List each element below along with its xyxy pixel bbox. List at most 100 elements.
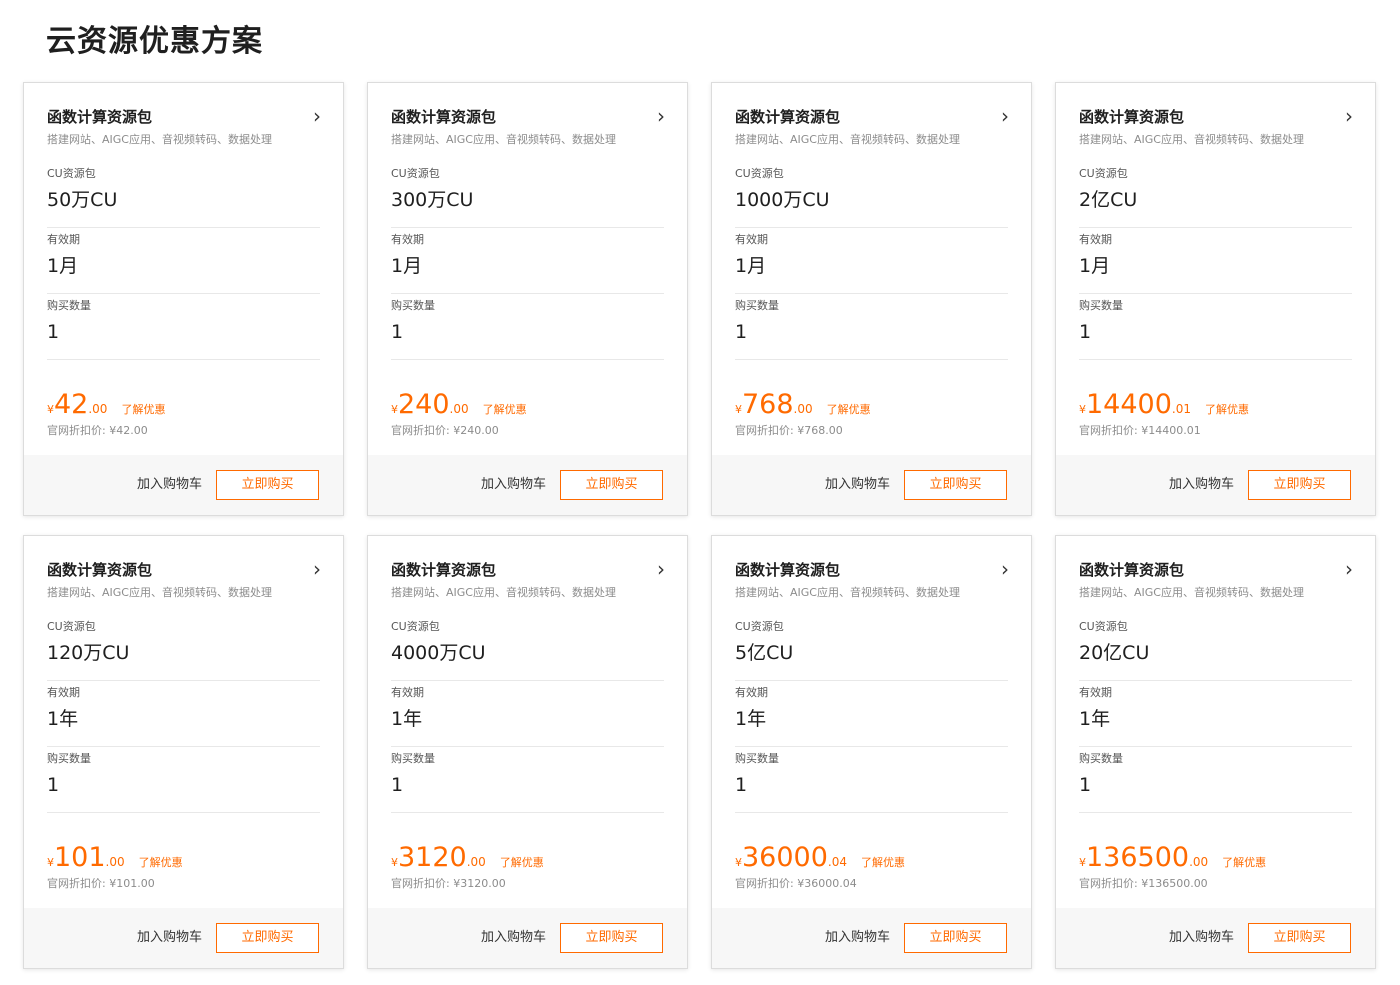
chevron-right-icon[interactable]: › [1001, 559, 1009, 579]
buy-now-button[interactable]: 立即购买 [904, 923, 1007, 953]
period-value[interactable]: 1年 [1079, 706, 1352, 732]
quantity-value[interactable]: 1 [391, 772, 664, 798]
offer-card: 函数计算资源包 › 搭建网站、AIGC应用、音视频转码、数据处理 CU资源包 1… [711, 82, 1032, 516]
buy-now-button[interactable]: 立即购买 [560, 923, 663, 953]
spec-value[interactable]: 50万CU [47, 187, 320, 213]
add-to-cart-button[interactable]: 加入购物车 [1169, 470, 1234, 500]
quantity-field: 购买数量 1 [735, 752, 1008, 813]
period-value[interactable]: 1年 [391, 706, 664, 732]
card-title[interactable]: 函数计算资源包 [47, 107, 323, 127]
spec-label: CU资源包 [735, 620, 784, 633]
quantity-field: 购买数量 1 [391, 299, 664, 360]
period-value[interactable]: 1月 [735, 253, 1008, 279]
price-integer: 3120 [398, 842, 467, 873]
price-decimal: .00 [793, 402, 813, 416]
quantity-field: 购买数量 1 [1079, 752, 1352, 813]
discount-info-link[interactable]: 了解优惠 [861, 856, 905, 869]
chevron-right-icon[interactable]: › [657, 559, 665, 579]
period-field: 有效期 1年 [47, 686, 320, 747]
quantity-value[interactable]: 1 [47, 772, 320, 798]
quantity-value[interactable]: 1 [1079, 319, 1352, 345]
price-integer: 101 [54, 842, 106, 873]
add-to-cart-button[interactable]: 加入购物车 [137, 923, 202, 953]
card-footer: 加入购物车 立即购买 [368, 455, 687, 515]
spec-label: CU资源包 [735, 167, 784, 180]
chevron-right-icon[interactable]: › [1345, 106, 1353, 126]
add-to-cart-button[interactable]: 加入购物车 [137, 470, 202, 500]
card-title[interactable]: 函数计算资源包 [47, 560, 323, 580]
add-to-cart-button[interactable]: 加入购物车 [481, 470, 546, 500]
chevron-right-icon[interactable]: › [657, 106, 665, 126]
buy-now-button[interactable]: 立即购买 [904, 470, 1007, 500]
card-header: 函数计算资源包 › 搭建网站、AIGC应用、音视频转码、数据处理 [391, 106, 667, 148]
spec-field: CU资源包 1000万CU [735, 167, 1008, 228]
spec-value[interactable]: 300万CU [391, 187, 664, 213]
card-title[interactable]: 函数计算资源包 [735, 107, 1011, 127]
discount-info-link[interactable]: 了解优惠 [139, 856, 183, 869]
quantity-value[interactable]: 1 [735, 772, 1008, 798]
spec-value[interactable]: 2亿CU [1079, 187, 1352, 213]
card-title[interactable]: 函数计算资源包 [391, 560, 667, 580]
currency-symbol: ¥ [735, 403, 742, 416]
quantity-value[interactable]: 1 [391, 319, 664, 345]
spec-value[interactable]: 120万CU [47, 640, 320, 666]
discount-info-link[interactable]: 了解优惠 [121, 403, 165, 416]
period-value[interactable]: 1月 [1079, 253, 1352, 279]
card-title[interactable]: 函数计算资源包 [1079, 107, 1355, 127]
spec-value[interactable]: 1000万CU [735, 187, 1008, 213]
card-description: 搭建网站、AIGC应用、音视频转码、数据处理 [1079, 133, 1304, 146]
period-value[interactable]: 1月 [47, 253, 320, 279]
chevron-right-icon[interactable]: › [1345, 559, 1353, 579]
card-description: 搭建网站、AIGC应用、音视频转码、数据处理 [391, 586, 616, 599]
discount-info-link[interactable]: 了解优惠 [1222, 856, 1266, 869]
quantity-field: 购买数量 1 [47, 299, 320, 360]
buy-now-button[interactable]: 立即购买 [1248, 470, 1351, 500]
chevron-right-icon[interactable]: › [1001, 106, 1009, 126]
period-field: 有效期 1月 [47, 233, 320, 294]
discount-info-link[interactable]: 了解优惠 [500, 856, 544, 869]
discount-info-link[interactable]: 了解优惠 [483, 403, 527, 416]
card-title[interactable]: 函数计算资源包 [1079, 560, 1355, 580]
discount-info-link[interactable]: 了解优惠 [1205, 403, 1249, 416]
card-footer: 加入购物车 立即购买 [712, 455, 1031, 515]
card-title[interactable]: 函数计算资源包 [735, 560, 1011, 580]
add-to-cart-button[interactable]: 加入购物车 [825, 470, 890, 500]
add-to-cart-button[interactable]: 加入购物车 [481, 923, 546, 953]
card-header: 函数计算资源包 › 搭建网站、AIGC应用、音视频转码、数据处理 [1079, 106, 1355, 148]
discount-info-link[interactable]: 了解优惠 [827, 403, 871, 416]
card-description: 搭建网站、AIGC应用、音视频转码、数据处理 [735, 586, 960, 599]
spec-value[interactable]: 4000万CU [391, 640, 664, 666]
quantity-value[interactable]: 1 [735, 319, 1008, 345]
spec-value[interactable]: 20亿CU [1079, 640, 1352, 666]
period-value[interactable]: 1月 [391, 253, 664, 279]
price-integer: 136500 [1086, 842, 1190, 873]
buy-now-button[interactable]: 立即购买 [216, 470, 319, 500]
buy-now-button[interactable]: 立即购买 [216, 923, 319, 953]
card-title[interactable]: 函数计算资源包 [391, 107, 667, 127]
spec-label: CU资源包 [391, 167, 440, 180]
price-integer: 36000 [742, 842, 828, 873]
period-value[interactable]: 1年 [735, 706, 1008, 732]
period-value[interactable]: 1年 [47, 706, 320, 732]
price-decimal: .00 [88, 402, 108, 416]
period-label: 有效期 [391, 233, 424, 246]
card-description: 搭建网站、AIGC应用、音视频转码、数据处理 [47, 586, 272, 599]
buy-now-button[interactable]: 立即购买 [1248, 923, 1351, 953]
add-to-cart-button[interactable]: 加入购物车 [825, 923, 890, 953]
price-decimal: .01 [1171, 402, 1191, 416]
official-discount-price: 官网折扣价: ¥136500.00 [1079, 877, 1208, 890]
offer-card: 函数计算资源包 › 搭建网站、AIGC应用、音视频转码、数据处理 CU资源包 5… [711, 535, 1032, 969]
add-to-cart-button[interactable]: 加入购物车 [1169, 923, 1234, 953]
chevron-right-icon[interactable]: › [313, 106, 321, 126]
chevron-right-icon[interactable]: › [313, 559, 321, 579]
price-decimal: .04 [827, 855, 847, 869]
currency-symbol: ¥ [391, 403, 398, 416]
quantity-value[interactable]: 1 [47, 319, 320, 345]
quantity-field: 购买数量 1 [391, 752, 664, 813]
price-block: ¥36000.04 了解优惠 官网折扣价: ¥36000.04 [735, 842, 905, 892]
quantity-value[interactable]: 1 [1079, 772, 1352, 798]
currency-symbol: ¥ [1079, 403, 1086, 416]
spec-value[interactable]: 5亿CU [735, 640, 1008, 666]
buy-now-button[interactable]: 立即购买 [560, 470, 663, 500]
price-decimal: .00 [1189, 855, 1209, 869]
